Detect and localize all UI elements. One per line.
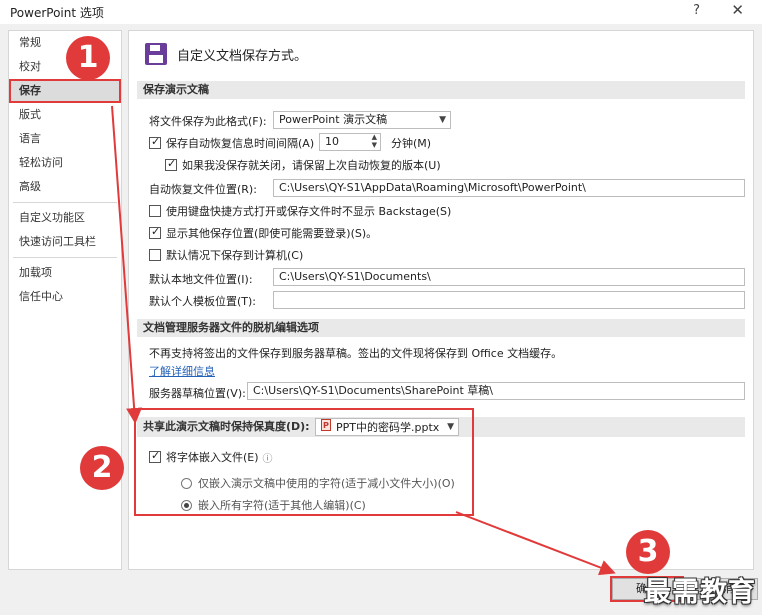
- format-select[interactable]: PowerPoint 演示文稿 ▼: [273, 111, 451, 129]
- sidebar-item-layout[interactable]: 版式: [9, 103, 121, 127]
- page-title: 自定义文档保存方式。: [177, 48, 308, 64]
- autorecover-checkbox[interactable]: [149, 135, 161, 149]
- autorecover-location-input[interactable]: C:\Users\QY-S1\AppData\Roaming\Microsoft…: [273, 179, 745, 197]
- window-title: PowerPoint 选项: [10, 5, 104, 20]
- format-row: 将文件保存为此格式(F):: [149, 113, 267, 129]
- no-backstage-label: 使用键盘快捷方式打开或保存文件时不显示 Backstage(S): [166, 205, 452, 218]
- page-header: 自定义文档保存方式。: [145, 41, 307, 67]
- sidebar-divider: [13, 257, 117, 258]
- autorecover-location-row: 自动恢复文件位置(R):: [149, 181, 257, 197]
- local-location-label: 默认本地文件位置(I):: [149, 273, 253, 286]
- drafts-label: 服务器草稿位置(V):: [149, 387, 246, 400]
- no-backstage-checkbox[interactable]: [149, 205, 161, 217]
- sidebar-item-accessibility[interactable]: 轻松访问: [9, 151, 121, 175]
- autorecover-label: 保存自动恢复信息时间间隔(A): [166, 137, 315, 150]
- sidebar-item-language[interactable]: 语言: [9, 127, 121, 151]
- step-2-badge: 2: [80, 446, 124, 490]
- autorecover-row: 保存自动恢复信息时间间隔(A): [149, 135, 314, 151]
- autorecover-minutes-stepper[interactable]: 10 ▲ ▼: [319, 133, 381, 151]
- autorecover-location-label: 自动恢复文件位置(R):: [149, 183, 257, 196]
- autorecover-minutes-value: 10: [325, 135, 339, 148]
- local-location-row: 默认本地文件位置(I):: [149, 271, 253, 287]
- learn-more-row: 了解详细信息: [149, 363, 215, 379]
- save-to-computer-label: 默认情况下保存到计算机(C): [166, 249, 304, 262]
- template-location-label: 默认个人模板位置(T):: [149, 295, 257, 308]
- keep-last-row: 如果我没保存就关闭，请保留上次自动恢复的版本(U): [165, 157, 441, 173]
- save-to-computer-row: 默认情况下保存到计算机(C): [149, 247, 303, 263]
- help-button[interactable]: ?: [693, 3, 700, 18]
- sidebar-item-trust-center[interactable]: 信任中心: [9, 285, 121, 309]
- template-location-row: 默认个人模板位置(T):: [149, 293, 256, 309]
- sidebar-item-save[interactable]: 保存: [9, 79, 121, 103]
- section-save-presentations: 保存演示文稿: [137, 81, 745, 99]
- step-1-badge: 1: [66, 36, 110, 80]
- offline-notice: 不再支持将签出的文件保存到服务器草稿。签出的文件现将保存到 Office 文档缓…: [149, 347, 563, 360]
- template-location-input[interactable]: [273, 291, 745, 309]
- step-3-badge: 3: [626, 530, 670, 574]
- drafts-location-input[interactable]: C:\Users\QY-S1\Documents\SharePoint 草稿\: [247, 382, 745, 400]
- close-button[interactable]: ✕: [731, 1, 744, 19]
- show-other-label: 显示其他保存位置(即使可能需要登录)(S)。: [166, 227, 378, 240]
- title-bar: PowerPoint 选项 ? ✕: [0, 0, 762, 24]
- sidebar-item-customize-ribbon[interactable]: 自定义功能区: [9, 206, 121, 230]
- sidebar-item-advanced[interactable]: 高级: [9, 175, 121, 199]
- no-backstage-row: 使用键盘快捷方式打开或保存文件时不显示 Backstage(S): [149, 203, 451, 219]
- drafts-row: 服务器草稿位置(V):: [149, 385, 246, 401]
- keep-last-label: 如果我没保存就关闭，请保留上次自动恢复的版本(U): [182, 159, 441, 172]
- format-value: PowerPoint 演示文稿: [279, 113, 388, 126]
- sidebar-item-quick-access-toolbar[interactable]: 快速访问工具栏: [9, 230, 121, 254]
- save-floppy-icon: [145, 43, 167, 65]
- chevron-down-icon: ▼: [439, 115, 446, 125]
- offline-notice-row: 不再支持将签出的文件保存到服务器草稿。签出的文件现将保存到 Office 文档缓…: [149, 345, 562, 361]
- minutes-row: 分钟(M): [391, 135, 431, 151]
- sidebar-divider: [13, 202, 117, 203]
- show-other-row: 显示其他保存位置(即使可能需要登录)(S)。: [149, 225, 377, 241]
- keep-last-checkbox[interactable]: [165, 157, 177, 171]
- learn-more-link[interactable]: 了解详细信息: [149, 363, 215, 379]
- save-to-computer-checkbox[interactable]: [149, 249, 161, 261]
- section-offline-editing: 文档管理服务器文件的脱机编辑选项: [137, 319, 745, 337]
- minutes-label: 分钟(M): [391, 137, 432, 150]
- format-label: 将文件保存为此格式(F):: [149, 115, 267, 128]
- options-dialog: 常规 校对 保存 版式 语言 轻松访问 高级 自定义功能区 快速访问工具栏 加载…: [0, 24, 762, 615]
- annotation-highlight-box: [134, 408, 474, 516]
- local-location-input[interactable]: C:\Users\QY-S1\Documents\: [273, 268, 745, 286]
- watermark: 最需教育: [644, 577, 756, 608]
- sidebar-item-add-ins[interactable]: 加载项: [9, 261, 121, 285]
- spin-arrows-icon[interactable]: ▲ ▼: [372, 133, 377, 149]
- show-other-checkbox[interactable]: [149, 225, 161, 239]
